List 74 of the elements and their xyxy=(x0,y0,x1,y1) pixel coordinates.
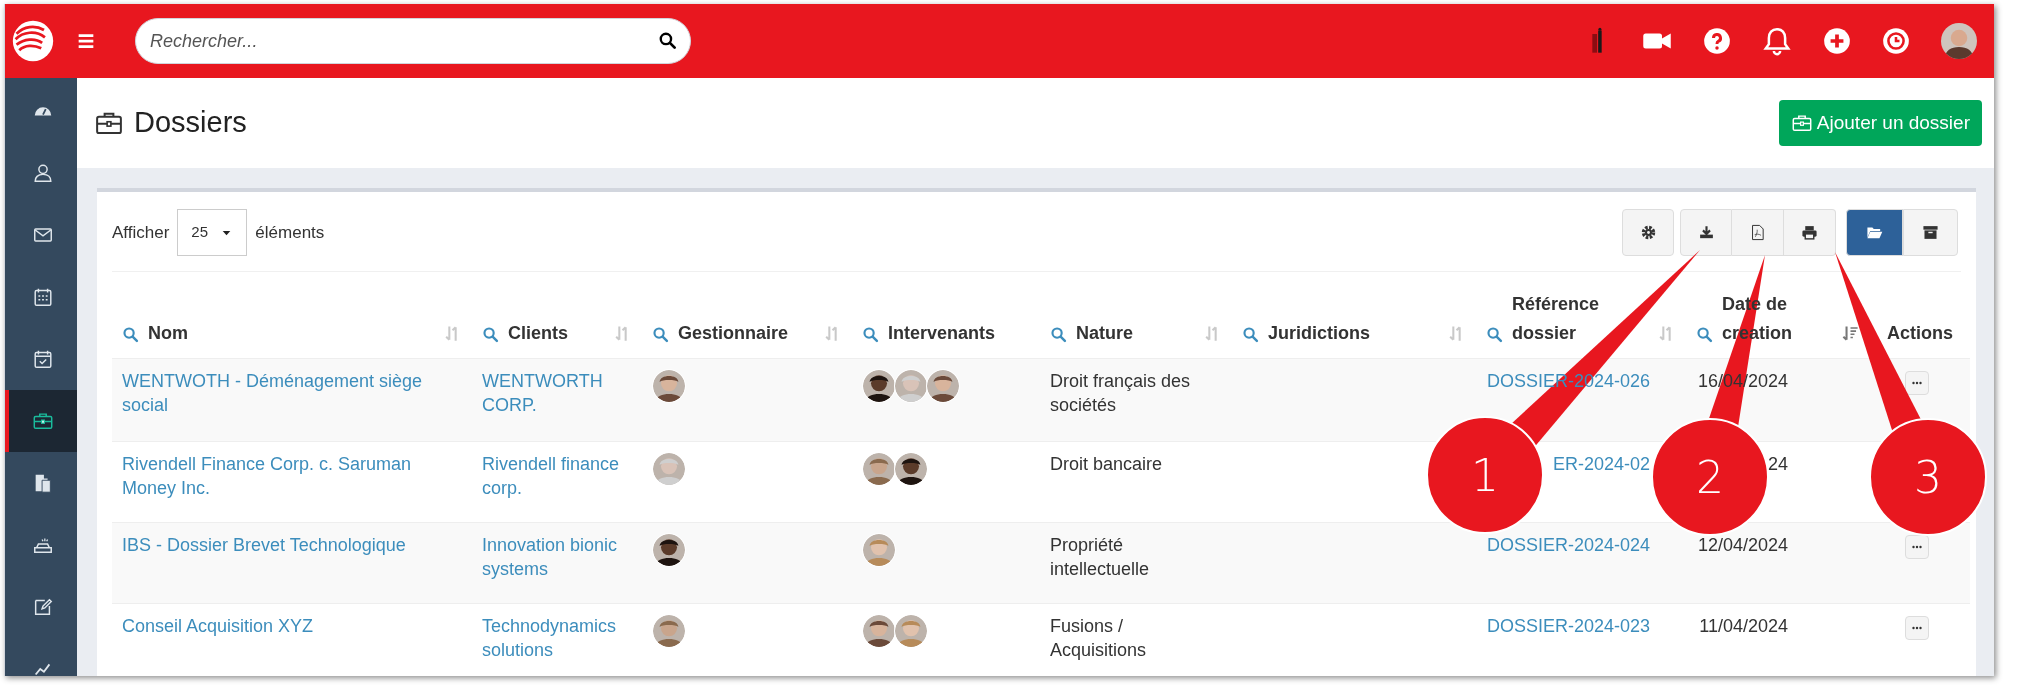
folder-link[interactable]: Rivendell Finance Corp. c. Saruman Money Inc. xyxy=(122,451,462,500)
folder-link[interactable]: WENTWOTH - Déménagement siège social xyxy=(122,368,462,417)
avatar xyxy=(862,532,896,567)
search-field[interactable]: Rechercher... xyxy=(135,18,691,64)
column-header[interactable]: Intervenants xyxy=(888,318,996,348)
callout-number: 3 xyxy=(1914,452,1942,503)
table-cell: 12/04/2024 xyxy=(1697,534,1788,555)
reference-link[interactable]: DOSSIER-2024-023 xyxy=(1486,615,1650,636)
client-link[interactable]: Innovation bionic systems xyxy=(482,532,632,581)
avatar xyxy=(894,613,928,648)
settings-icon xyxy=(1639,224,1657,241)
avatar xyxy=(926,368,960,403)
length-label: éléments xyxy=(255,221,325,244)
avatar xyxy=(652,613,686,648)
client-link[interactable]: Rivendell finance corp. xyxy=(482,451,632,500)
table-cell: 24 xyxy=(1767,453,1788,474)
page-size-select[interactable]: 25 xyxy=(177,209,248,256)
page-title: Dossiers xyxy=(134,105,247,141)
nav-icon xyxy=(32,596,54,618)
table-cell-text: Droit bancaire xyxy=(1050,452,1164,476)
column-header[interactable]: Nom xyxy=(148,318,188,348)
sort-descending-icon[interactable] xyxy=(1841,323,1860,343)
avatar xyxy=(894,451,928,486)
column-header[interactable]: Juridictions xyxy=(1268,318,1370,348)
nav-icon xyxy=(32,286,54,308)
column-header[interactable]: Actions xyxy=(1880,318,1960,348)
nav-icon xyxy=(32,162,54,184)
actions-menu-button[interactable] xyxy=(1905,534,1929,559)
avatar xyxy=(862,613,896,648)
reference-link[interactable]: ER-2024-02 xyxy=(1552,453,1650,474)
table-cell-text: Propriété intellectuelle xyxy=(1050,533,1151,581)
client-link[interactable]: Technodynamics solutions xyxy=(482,613,632,662)
avatar xyxy=(894,368,928,403)
sidebar-item[interactable] xyxy=(5,390,77,452)
folder-link[interactable]: IBS - Dossier Brevet Technologique xyxy=(122,532,462,557)
export-button[interactable] xyxy=(1680,209,1732,256)
nav-icon xyxy=(32,348,54,370)
pdf-icon xyxy=(1749,224,1766,241)
client-link[interactable]: WENTWORTH CORP. xyxy=(482,368,632,417)
bell-icon[interactable] xyxy=(1762,26,1792,56)
print-button[interactable] xyxy=(1784,209,1836,256)
callout-number: 2 xyxy=(1696,452,1724,503)
column-header[interactable]: Référence dossier xyxy=(1512,289,1657,348)
reference-link[interactable]: DOSSIER-2024-024 xyxy=(1486,534,1650,555)
clock-icon[interactable] xyxy=(1882,27,1910,55)
column-header[interactable]: Gestionnaire xyxy=(678,318,789,348)
open-folder-button[interactable] xyxy=(1846,209,1903,256)
archive-icon xyxy=(1922,224,1939,241)
add-icon[interactable] xyxy=(1823,27,1851,55)
callout-number: 1 xyxy=(1471,450,1499,501)
avatar xyxy=(652,532,686,567)
help-icon[interactable] xyxy=(1703,27,1731,55)
briefcase-icon xyxy=(1790,112,1813,134)
length-label: Afficher xyxy=(112,221,170,244)
logo[interactable] xyxy=(11,19,55,63)
settings-button[interactable] xyxy=(1622,209,1674,256)
avatar xyxy=(862,368,896,403)
avatar xyxy=(652,451,686,486)
column-header[interactable]: Nature xyxy=(1076,318,1133,348)
actions-menu-button[interactable] xyxy=(1905,615,1929,640)
column-header[interactable]: Clients xyxy=(508,318,568,348)
printer-icon xyxy=(1801,224,1818,241)
avatar xyxy=(862,451,896,486)
table-cell-text: Fusions / Acquisitions xyxy=(1050,614,1148,662)
avatar xyxy=(652,368,686,403)
add-folder-button[interactable]: Ajouter un dossier xyxy=(1778,100,1982,146)
user-avatar[interactable] xyxy=(1941,23,1977,59)
table-cell: 11/04/2024 xyxy=(1699,615,1788,636)
nav-icon xyxy=(32,410,54,432)
table-cell-text: Droit français des sociétés xyxy=(1050,369,1192,417)
folder-link[interactable]: Conseil Acquisition XYZ xyxy=(122,613,462,638)
archive-button[interactable] xyxy=(1903,209,1958,256)
actions-menu-button[interactable] xyxy=(1905,370,1929,395)
download-icon xyxy=(1697,224,1715,241)
